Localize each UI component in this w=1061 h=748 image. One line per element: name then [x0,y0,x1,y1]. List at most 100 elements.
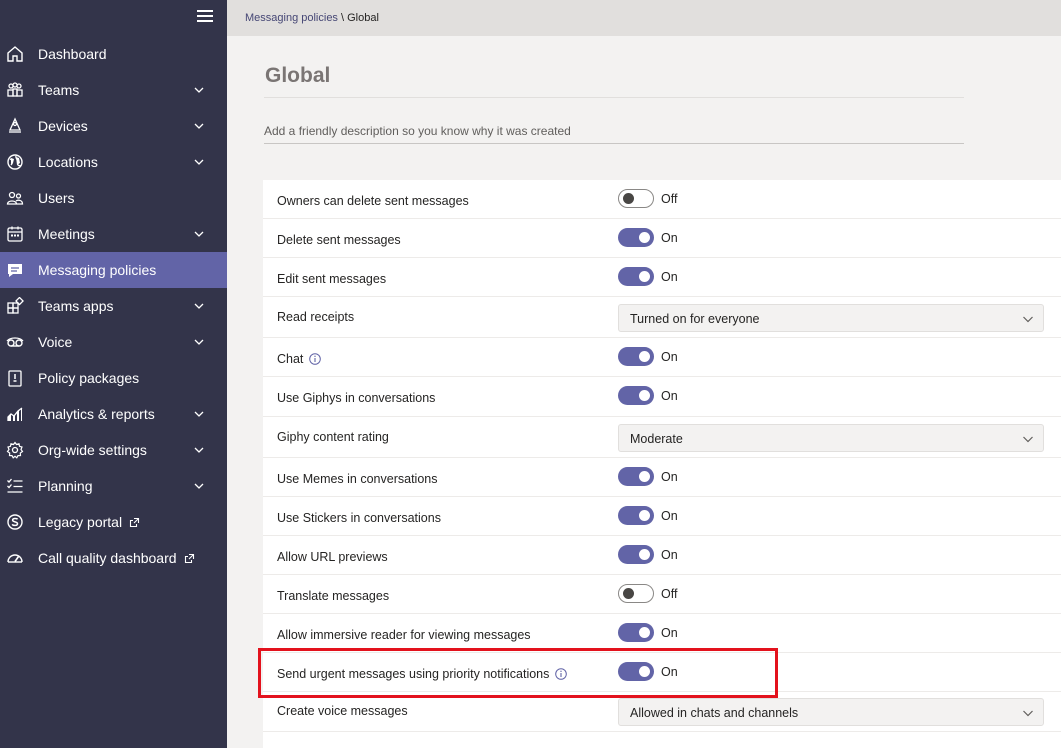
sidebar-item-messaging-policies[interactable]: Messaging policies [0,252,227,288]
chevron-down-icon[interactable] [193,300,205,312]
sidebar-item-locations[interactable]: Locations [0,144,227,180]
sidebar-item-voice[interactable]: Voice [0,324,227,360]
chevron-down-icon[interactable] [193,228,205,240]
breadcrumb-link-messaging-policies[interactable]: Messaging policies [245,12,338,24]
page-title: Global [265,64,331,87]
setting-label-text: Use Stickers in conversations [277,511,441,525]
teams-icon [7,82,23,97]
setting-label: Delete sent messages [277,233,401,247]
toggle-switch[interactable] [618,189,654,208]
dropdown-select[interactable]: Allowed in chats and channels [618,698,1044,726]
info-icon[interactable] [309,353,322,365]
setting-row-owners-can-delete-sent-messages: Owners can delete sent messages Off [263,180,1061,219]
hamburger-menu-icon[interactable] [197,10,213,24]
toggle-switch[interactable] [618,584,654,603]
chevron-down-icon [1023,710,1033,717]
toggle-knob [623,193,634,204]
setting-label-text: Chat [277,352,304,366]
external-link-icon [130,517,140,527]
setting-row-delete-sent-messages: Delete sent messages On [263,219,1061,258]
setting-label: Read receipts [277,310,354,324]
chevron-down-icon[interactable] [193,120,205,132]
toggle-switch[interactable] [618,228,654,247]
sidebar-item-teams[interactable]: Teams [0,72,227,108]
toggle-switch[interactable] [618,386,654,405]
toggle-state-label: Off [661,587,678,601]
dropdown-select[interactable]: Moderate [618,423,1044,452]
chevron-down-icon [1023,436,1033,442]
sidebar-item-call-quality-dashboard[interactable]: Call quality dashboard [0,540,227,576]
sidebar-item-planning[interactable]: Planning [0,468,227,504]
setting-label-text: Use Memes in conversations [277,472,438,486]
chevron-down-icon[interactable] [193,480,205,492]
sidebar-item-label: Org-wide settings [38,442,147,458]
breadcrumb-current: Global [347,12,379,24]
setting-row-translate-messages: Translate messages Off [263,575,1061,614]
sidebar-item-label: Teams apps [38,298,114,314]
info-icon[interactable] [555,668,568,680]
setting-label-text: Giphy content rating [277,429,389,444]
toggle-state-label: On [661,270,678,284]
users-icon [6,191,24,205]
setting-label: Use Stickers in conversations [277,511,441,525]
sidebar-item-label: Dashboard [38,46,107,62]
toggle-state-label: On [661,509,678,523]
sidebar-item-legacy-portal[interactable]: Legacy portal [0,504,227,540]
toggle-state-label: On [661,389,678,403]
toggle-switch[interactable] [618,347,654,366]
sidebar-item-label: Messaging policies [38,262,157,278]
settings-panel: Owners can delete sent messages Off Delete… [263,180,1061,748]
dropdown-value: Turned on for everyone [630,311,760,326]
setting-label: Giphy content rating [277,430,389,444]
setting-label-text: Allow immersive reader for viewing messa… [277,628,531,642]
gear-icon [6,441,24,459]
sidebar-item-policy-packages[interactable]: Policy packages [0,360,227,396]
toggle-knob [623,588,634,599]
setting-label-text: Allow URL previews [277,550,388,564]
chevron-down-icon[interactable] [193,84,205,96]
sidebar-item-teams-apps[interactable]: Teams apps [0,288,227,324]
globe-icon [7,154,23,170]
external-link-icon [184,553,194,563]
sidebar-item-meetings[interactable]: Meetings [0,216,227,252]
setting-label-text: Owners can delete sent messages [277,194,469,208]
sidebar: Dashboard Teams Devices Locations Users Meeti… [0,0,227,748]
toggle-switch[interactable] [618,662,654,681]
chevron-down-icon[interactable] [193,336,205,348]
chevron-down-icon[interactable] [193,408,205,420]
setting-row-read-receipts: Read receipts Turned on for everyone [263,297,1061,338]
topbar: Messaging policies \ Global [227,0,1061,36]
setting-label-text: Send urgent messages using priority noti… [277,667,550,681]
toggle-switch[interactable] [618,267,654,286]
chevron-down-icon[interactable] [193,156,205,168]
sidebar-item-label: Meetings [38,226,95,242]
devices-icon [8,117,22,133]
breadcrumb-separator: \ [337,12,348,24]
setting-label-text: Read receipts [277,309,355,324]
description-input[interactable] [264,118,964,144]
toggle-switch[interactable] [618,623,654,642]
sidebar-item-label: Devices [38,118,88,134]
checklist-icon [7,478,23,493]
toggle-state-label: Off [661,192,678,206]
setting-label: Use Giphys in conversations [277,391,435,405]
toggle-knob [639,549,650,560]
calendar-icon [7,226,23,242]
sidebar-item-label: Call quality dashboard [38,550,177,566]
chevron-down-icon [1023,316,1033,322]
setting-row-allow-url-previews: Allow URL previews On [263,536,1061,575]
sidebar-item-org-wide-settings[interactable]: Org-wide settings [0,432,227,468]
sidebar-item-devices[interactable]: Devices [0,108,227,144]
toggle-switch[interactable] [618,467,654,486]
chevron-down-icon[interactable] [193,444,205,456]
sidebar-item-analytics-and-reports[interactable]: Analytics & reports [0,396,227,432]
setting-row-allow-immersive-reader-for-viewing-messages: Allow immersive reader for viewing messa… [263,614,1061,653]
toggle-switch[interactable] [618,506,654,525]
setting-label-text: Translate messages [277,589,390,603]
sidebar-item-dashboard[interactable]: Dashboard [0,36,227,72]
sidebar-item-users[interactable]: Users [0,180,227,216]
sidebar-item-label: Analytics & reports [38,406,155,422]
toggle-switch[interactable] [618,545,654,564]
dropdown-select[interactable]: Turned on for everyone [618,303,1044,332]
setting-row-use-memes-in-conversations: Use Memes in conversations On [263,458,1061,497]
